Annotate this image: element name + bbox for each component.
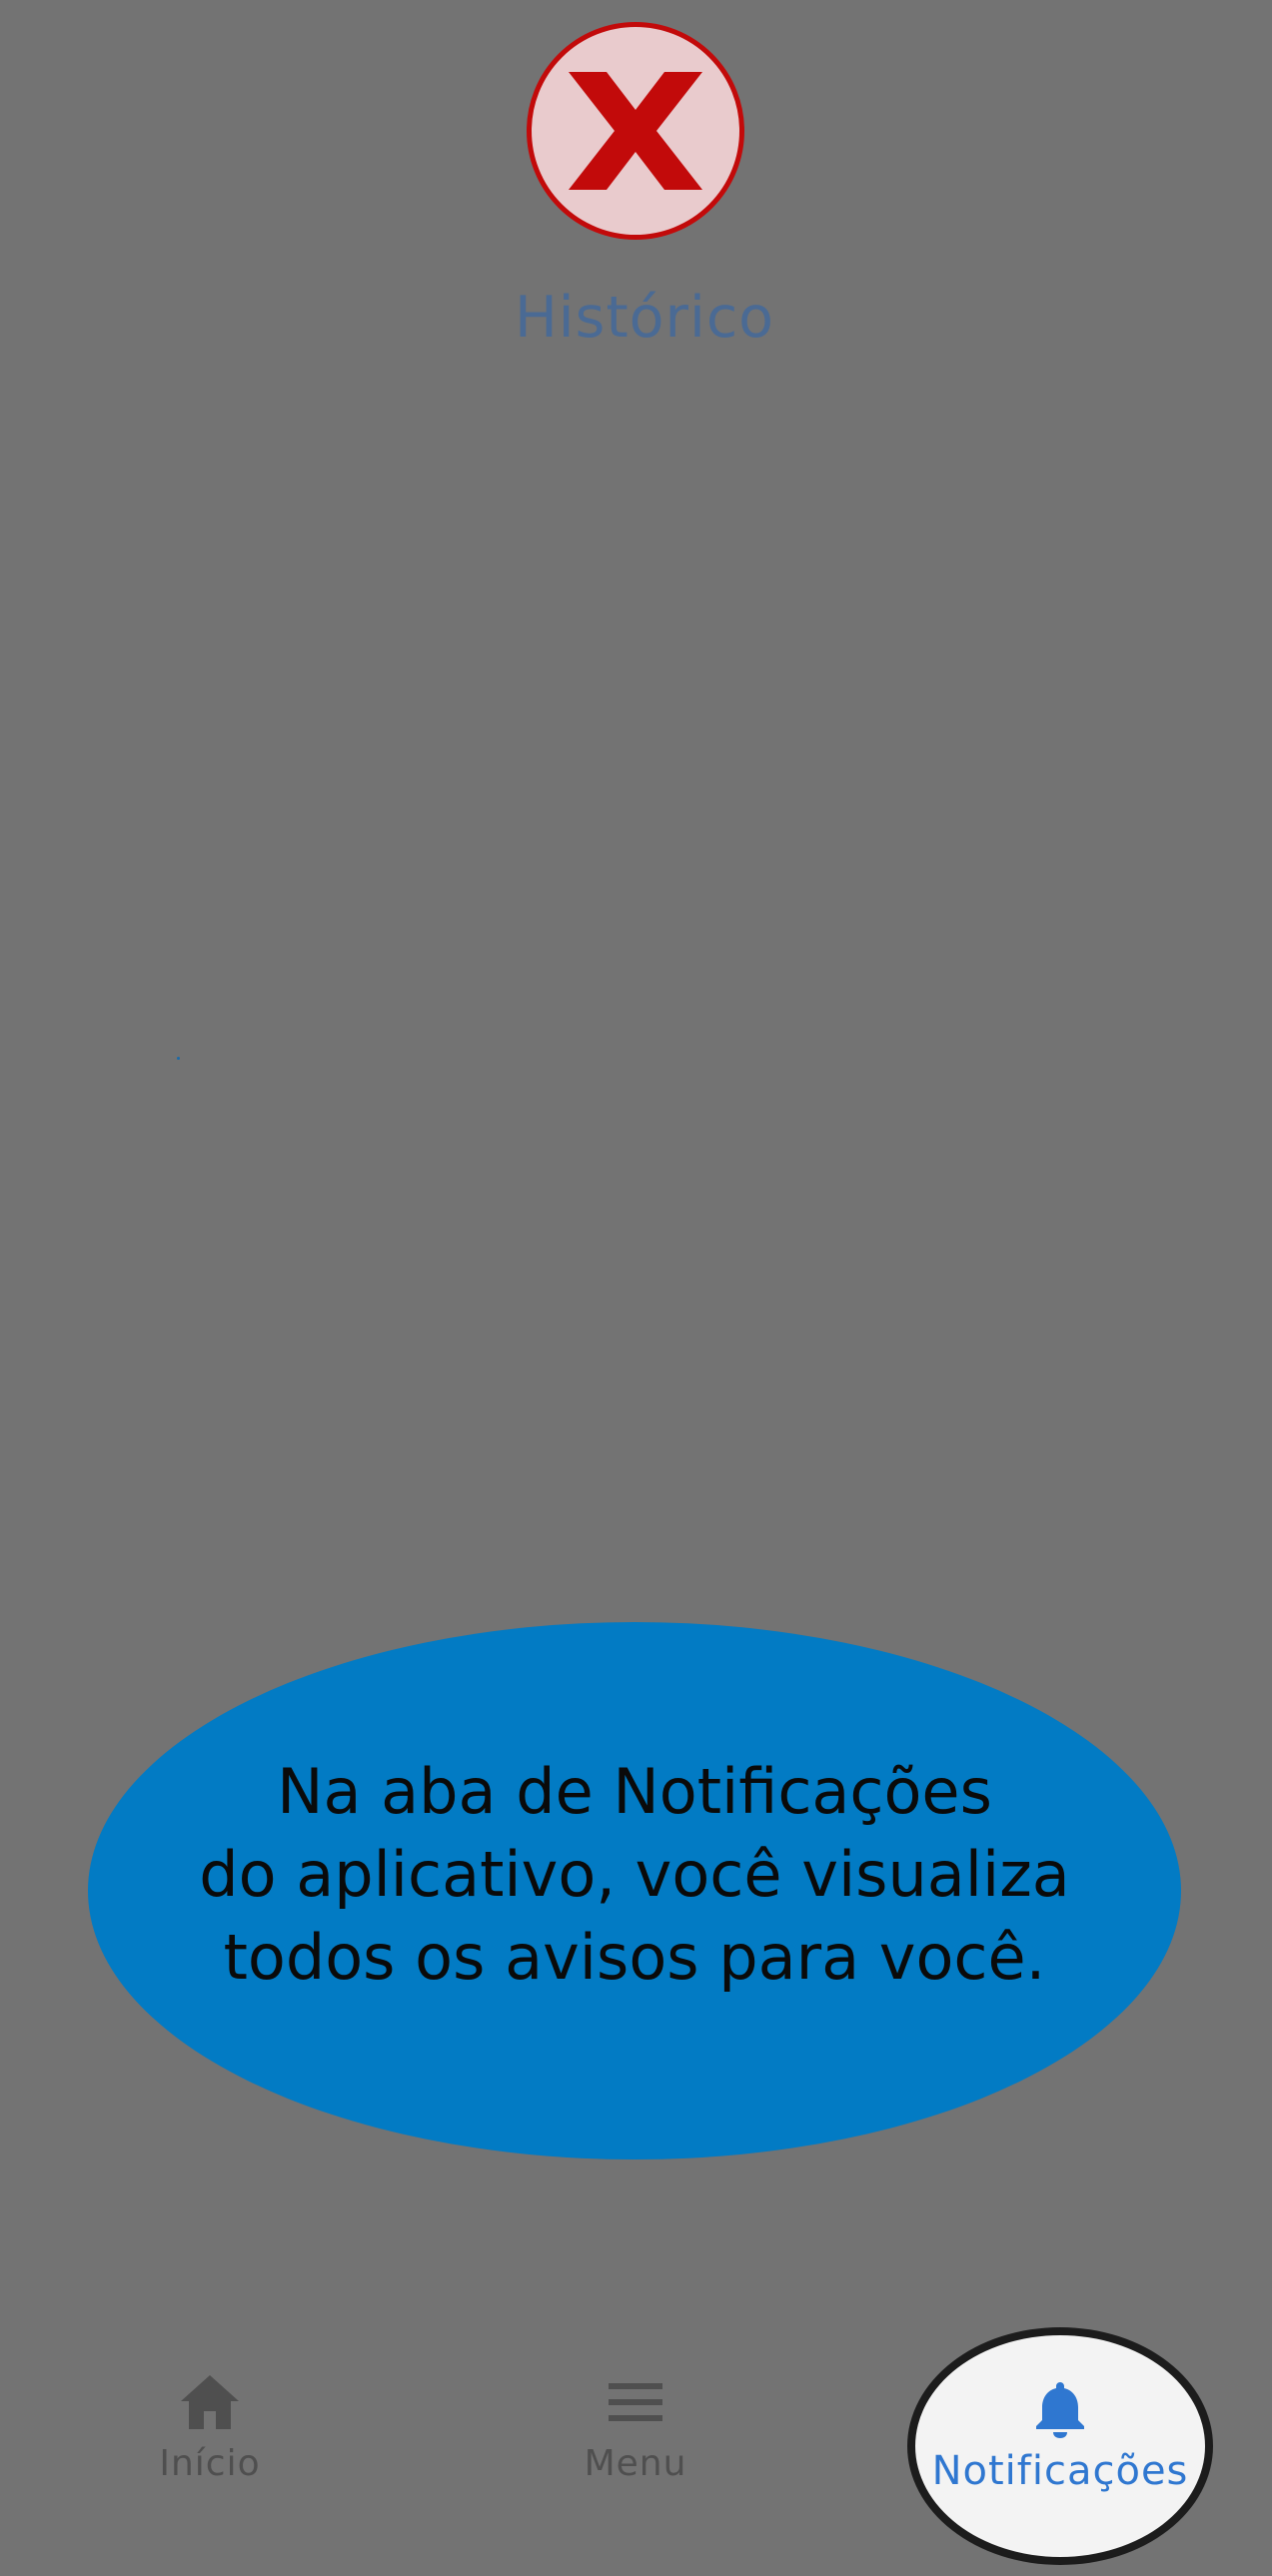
nav-item-notifications[interactable]: Notificações (907, 2380, 1213, 2494)
tooltip-text: Na aba de Notificações do aplicativo, vo… (199, 1755, 1070, 1994)
nav-label-notifications: Notificações (931, 2448, 1189, 2494)
home-icon (181, 2375, 239, 2429)
nav-item-menu[interactable]: Menu (536, 2375, 735, 2484)
page-title: Histórico (514, 285, 775, 351)
screen: Histórico Na aba de Notificações do apli… (0, 0, 1272, 2576)
artifact-dot (177, 1057, 180, 1060)
hamburger-menu-icon (609, 2383, 662, 2421)
nav-item-home[interactable]: Início (110, 2375, 310, 2484)
close-button[interactable] (527, 22, 744, 240)
close-x-icon (569, 72, 702, 190)
nav-label-menu: Menu (584, 2443, 687, 2484)
nav-label-home: Início (159, 2443, 261, 2484)
bell-icon (1036, 2382, 1084, 2438)
